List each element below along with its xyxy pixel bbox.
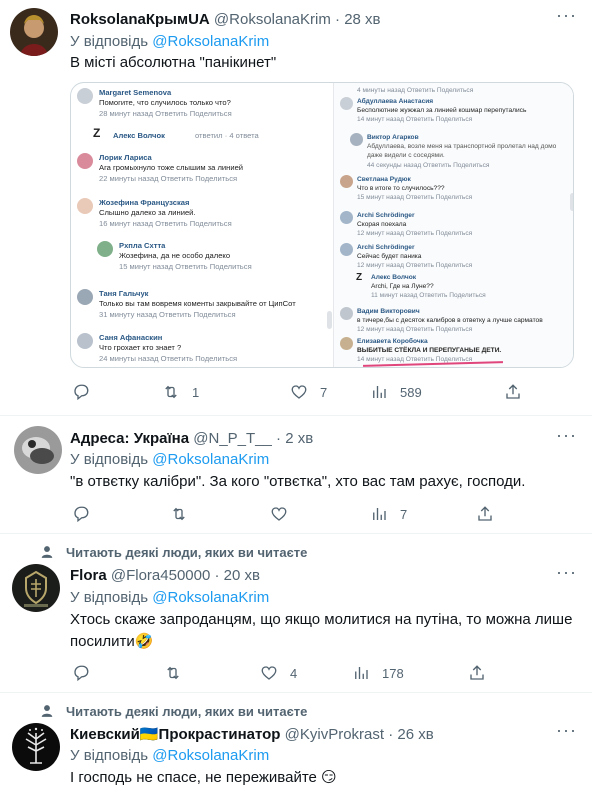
reply-context: У відповідь @RoksolanaKrim	[70, 451, 270, 468]
reply-context: У відповідь @RoksolanaKrim	[70, 589, 270, 606]
author-name[interactable]: RoksolanaКрымUA	[70, 11, 210, 28]
tweet-text: І господь не спасе, не переживайте 😏	[70, 769, 337, 786]
person-icon	[41, 546, 53, 558]
reply-icon	[74, 506, 89, 523]
share-button[interactable]	[504, 382, 522, 402]
author-handle[interactable]: @N_P_T__	[193, 430, 272, 447]
share-icon	[478, 506, 492, 521]
media-right-column: 4 минуты назад Ответить Поделиться Абдул…	[333, 83, 573, 367]
tweet-header: Киевский🇺🇦Прокрастинатор @KyivProkrast ·…	[70, 726, 434, 743]
retweet-button[interactable]: 1	[162, 382, 199, 402]
timestamp[interactable]: 28 хв	[344, 11, 380, 28]
reply-mention[interactable]: @RoksolanaKrim	[152, 33, 269, 50]
avatar[interactable]	[12, 564, 60, 612]
author-handle[interactable]: @Flora450000	[111, 567, 210, 584]
like-button[interactable]	[270, 504, 300, 524]
author-handle[interactable]: @RoksolanaKrim	[214, 11, 331, 28]
retweet-icon	[165, 385, 177, 399]
author-name[interactable]: Flora	[70, 567, 107, 584]
like-icon	[271, 507, 287, 521]
timestamp[interactable]: 20 хв	[224, 567, 260, 584]
views-icon	[373, 386, 386, 398]
reply-mention[interactable]: @RoksolanaKrim	[152, 747, 269, 764]
tweet-actions: 4 178	[70, 663, 574, 683]
tweet[interactable]: Читають деякі люди, яких ви читаєте Flor…	[0, 534, 592, 692]
avatar-portrait-image	[10, 8, 58, 56]
tweet-header: Адреса: Україна @N_P_T__ · 2 хв	[70, 430, 314, 447]
avatar-logo-image	[12, 564, 60, 612]
tweet[interactable]: Адреса: Україна @N_P_T__ · 2 хв ··· У ві…	[0, 416, 592, 533]
tweet[interactable]: Читають деякі люди, яких ви читаєте Киев…	[0, 693, 592, 798]
retweet-icon	[173, 507, 185, 521]
share-icon	[506, 384, 520, 399]
media-left-column: Margaret Semenova Помогите, что случилос…	[71, 83, 333, 367]
reply-context: У відповідь @RoksolanaKrim	[70, 747, 270, 764]
views-button[interactable]: 589	[370, 382, 422, 402]
retweet-icon	[167, 666, 179, 680]
scrollbar	[327, 311, 332, 329]
views-button[interactable]: 178	[352, 663, 404, 683]
more-icon[interactable]: ···	[556, 426, 576, 450]
tweet-text: "в отвєтку калібри". За кого "отвєтка", …	[70, 473, 526, 490]
author-name[interactable]: Киевский🇺🇦Прокрастинатор	[70, 726, 280, 743]
views-button[interactable]: 7	[370, 504, 407, 524]
views-icon	[355, 667, 368, 679]
reply-context: У відповідь @RoksolanaKrim	[70, 33, 270, 50]
tweet-actions: 7	[70, 504, 574, 524]
author-handle[interactable]: @KyivProkrast	[285, 726, 384, 743]
reply-icon	[74, 665, 89, 682]
tweet-text: Хтось скаже запроданцям, що якщо молитис…	[70, 611, 573, 650]
social-context: Читають деякі люди, яких ви читаєте	[40, 545, 307, 560]
like-icon	[261, 666, 277, 680]
more-icon[interactable]: ···	[556, 563, 576, 587]
like-button[interactable]: 4	[260, 663, 297, 683]
reply-mention[interactable]: @RoksolanaKrim	[152, 451, 269, 468]
timestamp[interactable]: 26 хв	[397, 726, 433, 743]
tweet-media-image[interactable]: Margaret Semenova Помогите, что случилос…	[70, 82, 574, 368]
avatar[interactable]	[10, 8, 58, 56]
reply-button[interactable]	[72, 504, 102, 524]
tweet-header: Flora @Flora450000 · 20 хв	[70, 567, 260, 584]
like-icon	[291, 385, 307, 399]
reply-button[interactable]	[72, 382, 102, 402]
tweet[interactable]: RoksolanaКрымUA @RoksolanaKrim · 28 хв ·…	[0, 0, 592, 415]
retweet-button[interactable]	[170, 504, 200, 524]
tweet-header: RoksolanaКрымUA @RoksolanaKrim · 28 хв	[70, 11, 381, 28]
social-context: Читають деякі люди, яких ви читаєте	[40, 704, 307, 719]
retweet-button[interactable]	[164, 663, 194, 683]
author-name[interactable]: Адреса: Україна	[70, 430, 189, 447]
scrollbar	[570, 193, 573, 211]
more-icon[interactable]: ···	[556, 6, 576, 30]
like-button[interactable]: 7	[290, 382, 327, 402]
reply-mention[interactable]: @RoksolanaKrim	[152, 589, 269, 606]
reply-icon	[74, 384, 89, 401]
avatar[interactable]	[14, 426, 62, 474]
avatar[interactable]	[12, 723, 60, 771]
share-button[interactable]	[468, 663, 486, 683]
tweet-text: В місті абсолютна "панікинет"	[70, 54, 277, 71]
views-icon	[373, 508, 386, 520]
avatar-portrait-image	[14, 426, 62, 474]
more-icon[interactable]: ···	[556, 721, 576, 745]
share-icon	[470, 665, 484, 680]
person-icon	[41, 705, 53, 717]
reply-button[interactable]	[72, 663, 102, 683]
avatar-tree-image	[12, 723, 60, 771]
timestamp[interactable]: 2 хв	[285, 430, 313, 447]
tweet-actions: 1 7 589	[70, 382, 574, 402]
share-button[interactable]	[476, 504, 494, 524]
